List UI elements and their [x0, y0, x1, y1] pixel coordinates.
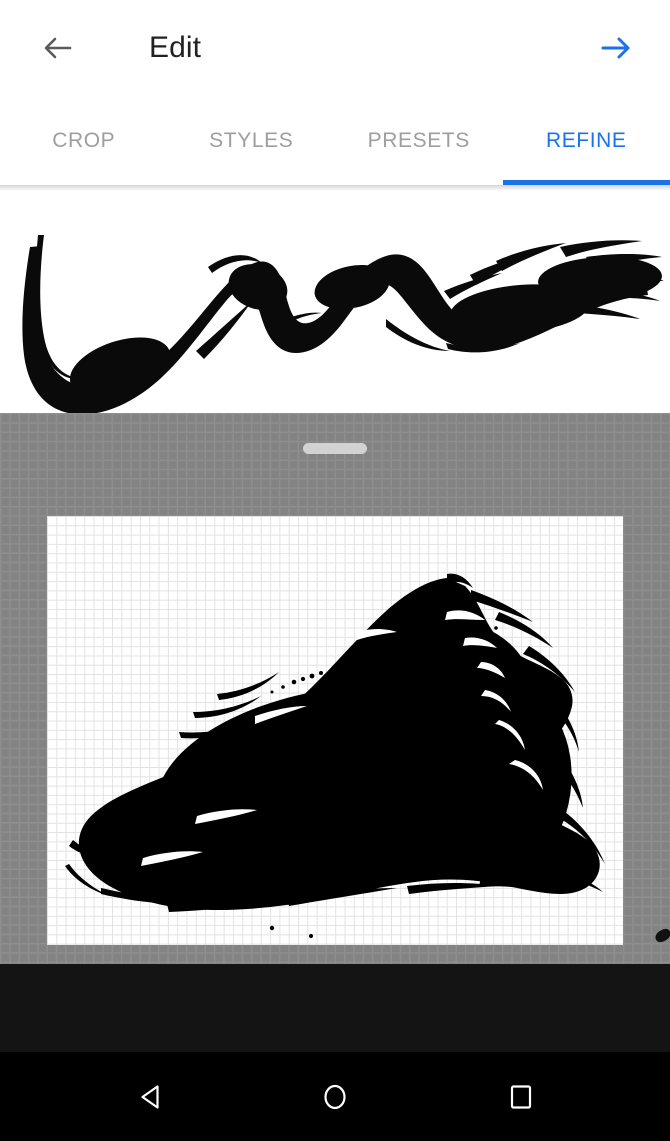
tab-styles[interactable]: STYLES: [168, 96, 336, 185]
edit-screen: Edit CROP STYLES PRESETS REFINE: [0, 0, 670, 1141]
arrow-right-icon: [601, 37, 630, 59]
arrow-left-icon: [44, 37, 72, 59]
android-nav-bar: [0, 1052, 670, 1141]
tab-label: STYLES: [209, 128, 294, 152]
square-recents-icon: [510, 1085, 532, 1109]
tab-crop[interactable]: CROP: [0, 96, 168, 185]
brush-stroke-preview: [0, 191, 670, 413]
tab-bar: CROP STYLES PRESETS REFINE: [0, 96, 670, 185]
artwork-ink-blot: [65, 573, 605, 938]
android-recents-button[interactable]: [486, 1074, 556, 1120]
artwork-canvas[interactable]: [47, 516, 623, 945]
brush-stroke-graphic: [22, 235, 664, 413]
app-bar: Edit: [0, 0, 670, 96]
tab-bar-shadow: [0, 185, 670, 191]
page-title: Edit: [149, 31, 202, 64]
forward-button[interactable]: [594, 26, 638, 70]
triangle-back-icon: [141, 1085, 159, 1109]
android-back-button[interactable]: [117, 1074, 187, 1120]
tab-label: REFINE: [545, 128, 627, 152]
tab-refine[interactable]: REFINE: [502, 96, 670, 185]
tab-presets[interactable]: PRESETS: [335, 96, 503, 185]
tool-control-bar: [0, 964, 670, 1052]
tab-label: PRESETS: [367, 128, 470, 152]
drag-handle-pill[interactable]: [303, 443, 367, 454]
back-button[interactable]: [36, 26, 80, 70]
tab-label: CROP: [52, 128, 116, 152]
android-home-button[interactable]: [300, 1074, 370, 1120]
circle-home-icon: [324, 1084, 346, 1110]
